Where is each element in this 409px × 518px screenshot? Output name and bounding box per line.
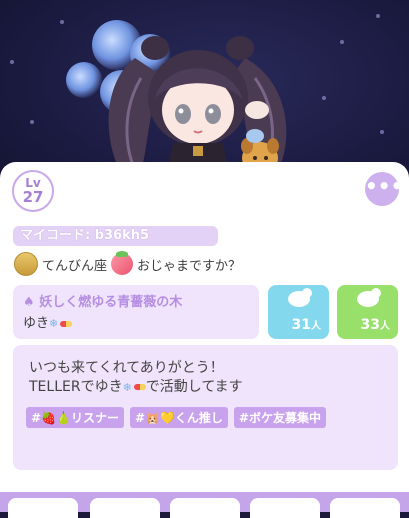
level-number: 27 — [22, 188, 44, 206]
profile-info-row: てんびん座 おじゃまですか？ — [14, 251, 241, 277]
hashtag[interactable]: #ボケ友募集中 — [233, 407, 326, 428]
more-options-button[interactable]: ••• — [365, 172, 403, 206]
level-badge: Lv 27 — [12, 170, 54, 212]
strawberry-icon — [111, 251, 134, 275]
star-decoration — [322, 96, 326, 100]
bottom-tab-bar — [0, 492, 409, 518]
star-decoration — [380, 130, 384, 134]
club-title-text: 妖しく燃ゆる青薔薇の木 — [39, 295, 183, 310]
followers-button[interactable]: 31人 — [268, 285, 329, 339]
more-icon: ••• — [365, 174, 404, 198]
tab-1[interactable] — [8, 498, 78, 518]
status-message: おじゃまですか？ — [137, 258, 242, 274]
following-count: 33人 — [360, 317, 390, 333]
club-panel[interactable]: ♠ 妖しく燃ゆる青薔薇の木 ゆき❄ — [13, 285, 259, 339]
star-decoration — [30, 120, 34, 124]
hashtag-list: #🍓🍐リスナー #🐹💛くん推し #ボケ友募集中 — [26, 407, 326, 428]
tab-4[interactable] — [250, 498, 320, 518]
hashtag[interactable]: #🍓🍐リスナー — [26, 407, 124, 428]
libra-icon — [14, 252, 38, 276]
star-decoration — [376, 14, 380, 18]
tab-3[interactable] — [170, 498, 240, 518]
snowflake-icon: ❄ — [49, 317, 59, 330]
snowflake-icon: ❄ — [122, 381, 132, 394]
pill-icon — [60, 320, 73, 327]
star-decoration — [10, 60, 14, 64]
following-button[interactable]: 33人 — [337, 285, 398, 339]
zodiac-sign: てんびん座 — [42, 258, 108, 274]
bio-line-2: TELLERでゆき❄ で活動してます — [29, 379, 243, 395]
club-title: ♠ 妖しく燃ゆる青薔薇の木 — [23, 291, 182, 310]
bio-panel: いつも来てくれてありがとう！ TELLERでゆき❄ で活動してます #🍓🍐リスナー… — [13, 345, 398, 470]
club-member: ゆき❄ — [23, 312, 73, 331]
following-icon — [357, 288, 381, 307]
followers-icon — [288, 288, 312, 307]
star-decoration — [60, 20, 64, 24]
tab-2[interactable] — [90, 498, 160, 518]
hashtag[interactable]: #🐹💛くん推し — [129, 407, 228, 428]
pill-icon — [133, 384, 146, 390]
bio-line-1: いつも来てくれてありがとう！ — [29, 360, 224, 376]
tab-5[interactable] — [330, 498, 400, 518]
followers-count: 31人 — [291, 317, 321, 333]
fire-icon: ♠ — [23, 295, 35, 310]
member-name: ゆき — [23, 316, 50, 331]
my-code[interactable]: マイコード: b36kh5 — [13, 226, 218, 246]
star-decoration — [340, 40, 344, 44]
